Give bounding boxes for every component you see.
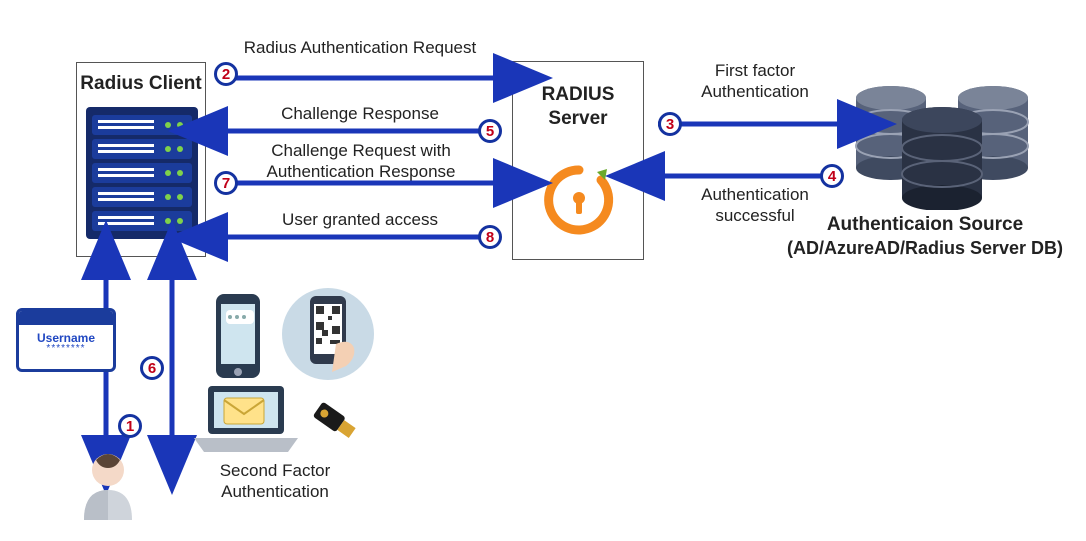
phone-sms-icon — [212, 290, 270, 382]
lock-circle-icon — [541, 162, 617, 238]
password-mask: ******** — [19, 343, 113, 354]
step-badge-1: 1 — [118, 414, 142, 438]
flow-label-3-l1: First factor — [715, 61, 795, 80]
flow-label-3: First factor Authentication — [670, 60, 840, 103]
server-rack-icon — [86, 107, 198, 239]
step-badge-5: 5 — [478, 119, 502, 143]
radius-server-title-l1: RADIUS — [513, 84, 643, 106]
radius-server-title-l2: Server — [513, 108, 643, 130]
security-key-icon — [308, 394, 362, 448]
step-badge-2: 2 — [214, 62, 238, 86]
user-icon — [78, 450, 138, 530]
flow-label-4-l1: Authentication — [701, 185, 809, 204]
flow-label-3-l2: Authentication — [701, 82, 809, 101]
flow-label-7: Challenge Request with Authentication Re… — [232, 140, 490, 183]
step-badge-6: 6 — [140, 356, 164, 380]
step-badge-3: 3 — [658, 112, 682, 136]
radius-server-box: RADIUS Server — [512, 61, 644, 260]
flow-label-4: Authentication successful — [670, 184, 840, 227]
login-form-icon: Username ******** — [16, 308, 116, 372]
flow-label-5: Challenge Response — [210, 104, 510, 124]
flow-label-2: Radius Authentication Request — [210, 38, 510, 58]
auth-source-subtitle: (AD/AzureAD/Radius Server DB) — [770, 238, 1080, 259]
second-factor-label: Second Factor Authentication — [200, 460, 350, 503]
phone-qr-icon — [280, 286, 376, 382]
radius-client-box: Radius Client — [76, 62, 206, 257]
flow-label-4-l2: successful — [715, 206, 794, 225]
second-factor-l1: Second Factor — [220, 461, 331, 480]
second-factor-l2: Authentication — [221, 482, 329, 501]
step-badge-7: 7 — [214, 171, 238, 195]
step-badge-8: 8 — [478, 225, 502, 249]
laptop-email-icon — [194, 382, 304, 462]
second-factor-group — [190, 290, 380, 470]
step-badge-4: 4 — [820, 164, 844, 188]
flow-label-8: User granted access — [210, 210, 510, 230]
radius-client-title: Radius Client — [77, 73, 205, 95]
flow-label-7-l2: Authentication Response — [266, 162, 455, 181]
database-cluster-icon — [848, 80, 1038, 210]
flow-label-7-l1: Challenge Request with — [271, 141, 451, 160]
